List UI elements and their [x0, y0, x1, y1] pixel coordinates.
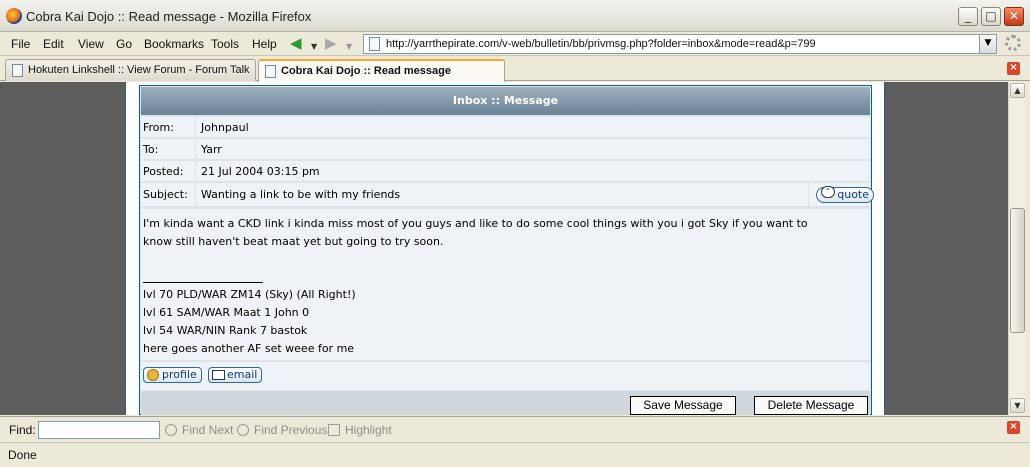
quote-label: quote [837, 188, 869, 201]
menu-view[interactable]: View [78, 37, 104, 51]
from-value: Johnpaul [201, 121, 249, 134]
to-label: To: [143, 143, 159, 156]
message-table: Inbox :: Message From: Johnpaul To: Yarr… [139, 85, 874, 415]
find-next-label: Find Next [182, 423, 234, 437]
email-label: email [227, 368, 258, 381]
subject-row: Subject: Wanting a link to be with my fr… [141, 183, 874, 207]
find-bar: Find: Find Next Find Previous Highlight [0, 416, 1030, 441]
from-label-cell: From: [141, 117, 196, 138]
profile-label: profile [162, 368, 197, 381]
menu-bookmarks[interactable]: Bookmarks [144, 37, 204, 51]
page-viewport: Inbox :: Message From: Johnpaul To: Yarr… [0, 82, 1008, 415]
page-icon [265, 65, 276, 78]
subject-label: Subject: [143, 188, 188, 201]
page-icon [369, 37, 380, 51]
message-line-1: I'm kinda want a CKD link i kinda miss m… [143, 217, 808, 230]
find-previous-icon [237, 424, 249, 436]
signature-line: lvl 54 WAR/NIN Rank 7 bastok [143, 324, 308, 337]
profile-button[interactable]: profile [143, 367, 202, 383]
close-find-bar-icon[interactable]: × [1007, 421, 1020, 434]
tab-label: Hokuten Linkshell :: View Forum - Forum … [28, 64, 250, 76]
status-bar: Done [0, 442, 1030, 467]
quote-icon: “ [821, 186, 835, 198]
scroll-up-icon[interactable]: ▲ [1010, 83, 1025, 98]
quote-button[interactable]: “ quote [816, 186, 874, 203]
to-row: To: Yarr [141, 139, 870, 160]
message-line-2: know still haven't beat maat yet but goi… [143, 235, 444, 248]
window-titlebar: Cobra Kai Dojo :: Read message - Mozilla… [0, 0, 1030, 32]
address-bar[interactable]: http://yarrthepirate.com/v-web/bulletin/… [363, 34, 997, 54]
email-button[interactable]: email [208, 367, 263, 383]
minimize-button[interactable]: _ [958, 7, 978, 26]
subject-divider [808, 183, 809, 207]
message-actions-bar: Save Message Delete Message [141, 391, 870, 415]
tab-hokuten-linkshell[interactable]: Hokuten Linkshell :: View Forum - Forum … [5, 59, 256, 81]
menu-go[interactable]: Go [116, 37, 132, 51]
tab-cobra-kai-dojo[interactable]: Cobra Kai Dojo :: Read message [258, 59, 505, 82]
highlight-icon [328, 424, 340, 436]
menu-bar: File Edit View Go Bookmarks Tools Help ◀… [0, 32, 1030, 56]
vertical-scrollbar[interactable]: ▲ ▼ [1008, 82, 1025, 415]
signature-line: here goes another AF set weee for me [143, 342, 355, 355]
menu-help[interactable]: Help [252, 37, 277, 51]
find-next-icon [165, 424, 177, 436]
action-links-row: profile email [141, 362, 870, 390]
signature: lvl 70 PLD/WAR ZM14 (Sky) (All Right!) l… [143, 286, 356, 358]
from-row: From: Johnpaul [141, 117, 870, 138]
find-input[interactable] [38, 421, 160, 439]
posted-value: 21 Jul 2004 03:15 pm [201, 165, 320, 178]
tab-strip: Hokuten Linkshell :: View Forum - Forum … [0, 57, 1030, 82]
profile-icon [147, 369, 159, 381]
scroll-thumb[interactable] [1010, 208, 1025, 333]
firefox-icon [6, 8, 22, 24]
tab-label: Cobra Kai Dojo :: Read message [281, 65, 451, 77]
menu-tools[interactable]: Tools [211, 37, 239, 51]
find-previous-label: Find Previous [254, 423, 328, 437]
find-previous-button[interactable]: Find Previous [237, 423, 327, 437]
forum-page: Inbox :: Message From: Johnpaul To: Yarr… [125, 82, 885, 415]
email-icon [212, 370, 225, 380]
status-text: Done [8, 448, 37, 462]
highlight-label: Highlight [345, 423, 392, 437]
to-value: Yarr [201, 143, 222, 156]
subject-label-cell: Subject: [141, 183, 196, 207]
address-url[interactable]: http://yarrthepirate.com/v-web/bulletin/… [386, 38, 816, 50]
signature-line: lvl 61 SAM/WAR Maat 1 John 0 [143, 306, 310, 319]
close-window-button[interactable]: ✕ [1004, 7, 1024, 26]
signature-line: lvl 70 PLD/WAR ZM14 (Sky) (All Right!) [143, 288, 356, 301]
address-dropdown-icon[interactable]: ▼ [979, 35, 996, 53]
find-next-button[interactable]: Find Next [165, 423, 233, 437]
scroll-down-icon[interactable]: ▼ [1010, 398, 1025, 413]
from-label: From: [143, 121, 174, 134]
message-header: Inbox :: Message [141, 87, 870, 115]
message-text: I'm kinda want a CKD link i kinda miss m… [143, 215, 843, 251]
menu-file[interactable]: File [11, 37, 30, 51]
page-icon [12, 64, 23, 77]
posted-label: Posted: [143, 165, 184, 178]
highlight-button[interactable]: Highlight [328, 423, 392, 437]
forward-arrow-icon[interactable]: ▶ [325, 35, 337, 51]
back-history-dropdown[interactable]: ▼ [311, 39, 317, 55]
close-tab-icon[interactable]: × [1007, 62, 1020, 75]
to-label-cell: To: [141, 139, 196, 160]
subject-value: Wanting a link to be with my friends [201, 188, 401, 201]
throbber-icon [1005, 35, 1021, 51]
message-body: I'm kinda want a CKD link i kinda miss m… [141, 209, 870, 361]
window-title: Cobra Kai Dojo :: Read message - Mozilla… [26, 9, 312, 24]
posted-label-cell: Posted: [141, 161, 196, 182]
save-message-button[interactable]: Save Message [630, 396, 736, 415]
delete-message-button[interactable]: Delete Message [754, 396, 868, 415]
signature-divider [143, 282, 263, 283]
posted-row: Posted: 21 Jul 2004 03:15 pm [141, 161, 870, 182]
find-label: Find: [9, 423, 36, 437]
forward-history-dropdown[interactable]: ▼ [346, 39, 352, 55]
back-arrow-icon[interactable]: ◀ [290, 35, 302, 51]
menu-edit[interactable]: Edit [43, 37, 64, 51]
maximize-button[interactable]: □ [981, 7, 1001, 26]
